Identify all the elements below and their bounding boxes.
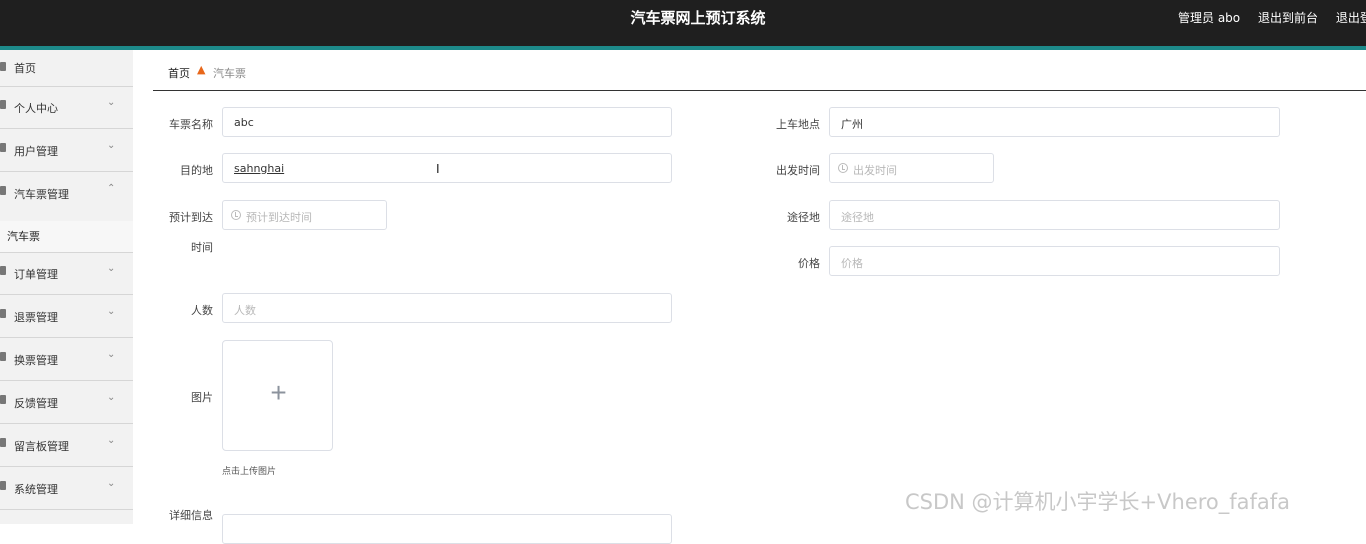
home-icon (0, 62, 6, 71)
ticket-name-input[interactable]: abc (222, 107, 672, 137)
chevron-up-icon: ⌃ (107, 183, 116, 194)
message-icon (0, 438, 6, 447)
boarding-label: 上车地点 (776, 118, 820, 131)
sidebar-item-users[interactable]: 用户管理 ⌄ (0, 130, 133, 172)
destination-input[interactable]: sahnghai (222, 153, 672, 183)
people-label: 人数 (191, 304, 213, 317)
sidebar-item-label: 首页 (14, 62, 36, 75)
sidebar-item-label: 退票管理 (14, 311, 58, 324)
chevron-down-icon: ⌄ (107, 97, 116, 108)
chevron-down-icon: ⌄ (107, 140, 116, 151)
sidebar-item-feedback[interactable]: 反馈管理 ⌄ (0, 382, 133, 424)
watermark: CSDN @计算机小宇学长+Vhero_fafafa (905, 490, 1291, 514)
sidebar-item-system[interactable]: 系统管理 ⌄ (0, 468, 133, 510)
text-cursor-icon: I (436, 161, 440, 176)
users-icon (0, 143, 6, 152)
breadcrumb-home[interactable]: 首页 (168, 65, 190, 81)
sidebar: 首页 个人中心 ⌄ 用户管理 ⌄ 汽车票管理 ⌃ 汽车票 订单管理 ⌄ 退票管理… (0, 50, 133, 524)
sidebar-item-label: 汽车票管理 (14, 188, 69, 201)
sidebar-item-home[interactable]: 首页 (0, 50, 133, 87)
person-icon (0, 100, 6, 109)
breadcrumb: 首页 ▲ 汽车票 (153, 52, 1366, 91)
sidebar-item-orders[interactable]: 订单管理 ⌄ (0, 253, 133, 295)
detail-editor[interactable] (222, 514, 672, 544)
plus-icon: + (270, 377, 287, 408)
sidebar-item-messages[interactable]: 留言板管理 ⌄ (0, 425, 133, 467)
back-to-front-link[interactable]: 退出到前台 (1258, 11, 1318, 25)
chevron-down-icon: ⌄ (107, 435, 116, 446)
sidebar-subitem-label: 汽车票 (7, 230, 40, 243)
chevron-down-icon: ⌄ (107, 263, 116, 274)
sidebar-item-label: 换票管理 (14, 354, 58, 367)
upload-tip: 点击上传图片 (222, 467, 277, 477)
header-accent-bar (0, 46, 1366, 50)
ticket-icon (0, 186, 6, 195)
via-input[interactable]: 途径地 (829, 200, 1280, 230)
detail-label: 详细信息 (169, 509, 213, 522)
chevron-down-icon: ⌄ (107, 478, 116, 489)
destination-label: 目的地 (180, 164, 213, 177)
sidebar-item-label: 留言板管理 (14, 440, 69, 453)
ticket-name-label: 车票名称 (169, 118, 213, 131)
departure-time-picker[interactable]: 出发时间 (829, 153, 994, 183)
chevron-down-icon: ⌄ (107, 392, 116, 403)
departure-time-label: 出发时间 (776, 164, 820, 177)
sidebar-item-label: 反馈管理 (14, 397, 58, 410)
app-title: 汽车票网上预订系统 (630, 9, 766, 27)
logout-link[interactable]: 退出登 (1336, 11, 1366, 25)
top-bar: 汽车票网上预订系统 管理员 abo 退出到前台 退出登 (0, 0, 1366, 46)
departure-time-placeholder: 出发时间 (853, 164, 897, 177)
via-placeholder: 途径地 (841, 211, 874, 224)
clock-icon (838, 163, 848, 173)
sidebar-item-label: 系统管理 (14, 483, 58, 496)
arrival-time-label-line2: 时间 (191, 241, 213, 254)
top-bar-actions: 管理员 abo 退出到前台 退出登 (1178, 9, 1366, 26)
price-input[interactable]: 价格 (829, 246, 1280, 276)
price-placeholder: 价格 (841, 257, 863, 270)
breadcrumb-separator-icon: ▲ (197, 63, 206, 76)
feedback-icon (0, 395, 6, 404)
chevron-down-icon: ⌄ (107, 306, 116, 317)
via-label: 途径地 (787, 211, 820, 224)
arrival-time-picker[interactable]: 预计到达时间 (222, 200, 387, 230)
boarding-input[interactable]: 广州 (829, 107, 1280, 137)
image-upload-button[interactable]: + (222, 340, 333, 451)
price-label: 价格 (798, 257, 820, 270)
sidebar-item-exchange[interactable]: 换票管理 ⌄ (0, 339, 133, 381)
clock-icon (231, 210, 241, 220)
ticket-name-value: abc (234, 116, 254, 129)
boarding-value: 广州 (841, 118, 863, 131)
sidebar-item-profile[interactable]: 个人中心 ⌄ (0, 87, 133, 129)
order-icon (0, 266, 6, 275)
admin-label[interactable]: 管理员 abo (1178, 11, 1240, 25)
people-placeholder: 人数 (234, 304, 256, 317)
arrival-time-placeholder: 预计到达时间 (246, 211, 312, 224)
sidebar-subitem-ticket[interactable]: 汽车票 (0, 221, 133, 253)
sidebar-item-refunds[interactable]: 退票管理 ⌄ (0, 296, 133, 338)
exchange-icon (0, 352, 6, 361)
arrival-time-label: 预计到达 (169, 211, 213, 224)
people-input[interactable]: 人数 (222, 293, 672, 323)
system-icon (0, 481, 6, 490)
destination-value: sahnghai (234, 162, 285, 175)
sidebar-item-label: 用户管理 (14, 145, 58, 158)
refund-icon (0, 309, 6, 318)
chevron-down-icon: ⌄ (107, 349, 116, 360)
sidebar-item-tickets[interactable]: 汽车票管理 ⌃ (0, 173, 133, 221)
image-label: 图片 (191, 391, 213, 404)
sidebar-item-label: 个人中心 (14, 102, 58, 115)
breadcrumb-current: 汽车票 (213, 67, 246, 80)
sidebar-item-label: 订单管理 (14, 268, 58, 281)
